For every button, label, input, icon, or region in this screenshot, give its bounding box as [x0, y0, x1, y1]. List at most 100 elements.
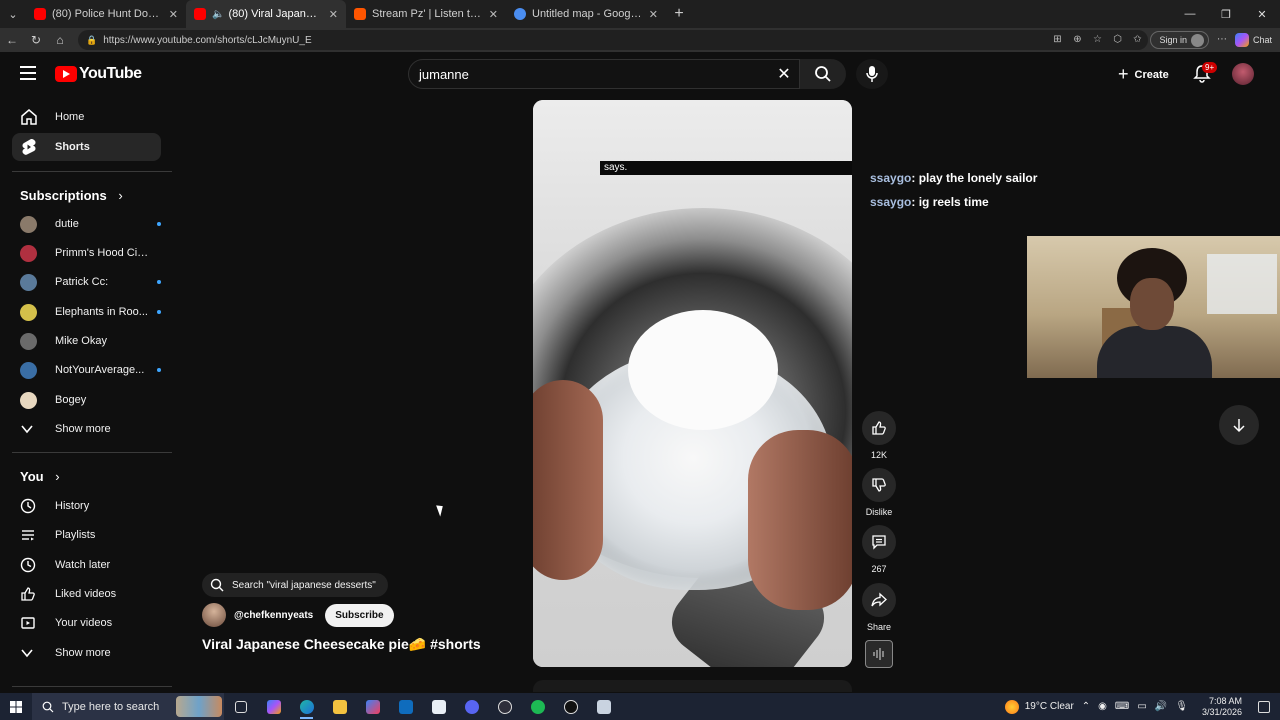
taskbar-notepad[interactable]	[422, 693, 455, 720]
minimize-button[interactable]: —	[1172, 0, 1208, 28]
search-button[interactable]	[800, 59, 846, 89]
back-button[interactable]: ←	[0, 33, 24, 47]
clock[interactable]: 7:08 AM 3/31/2026	[1202, 696, 1242, 718]
task-view-button[interactable]	[224, 693, 257, 720]
sidebar-item-watch-later[interactable]: Watch later	[12, 551, 161, 579]
show-more-subscriptions[interactable]: Show more	[12, 415, 161, 443]
refresh-button[interactable]: ↻	[24, 33, 48, 47]
sidebar-item-history[interactable]: History	[12, 492, 161, 520]
sidebar-item-liked-videos[interactable]: Liked videos	[12, 580, 161, 608]
subscription-item[interactable]: dutie	[20, 212, 161, 236]
taskbar-discord[interactable]	[455, 693, 488, 720]
sign-in-label: Sign in	[1159, 35, 1187, 45]
search-input[interactable]: jumanne ✕	[408, 59, 800, 89]
chevron-down-icon	[21, 425, 33, 434]
network-icon[interactable]: ⌨	[1115, 701, 1129, 712]
taskbar-copilot[interactable]	[257, 693, 290, 720]
sidebar-item-playlists[interactable]: Playlists	[12, 521, 161, 549]
account-avatar[interactable]	[1232, 63, 1254, 85]
address-bar[interactable]: 🔒 https://www.youtube.com/shorts/cLJcMuy…	[78, 30, 1148, 50]
dislike-button[interactable]	[862, 468, 896, 502]
tab-google-earth[interactable]: Untitled map - Google Earth ✕	[506, 0, 666, 28]
subscription-item[interactable]: Elephants in Roo...	[20, 300, 161, 324]
channel-handle[interactable]: @chefkennyeats	[234, 610, 313, 621]
microphone-tray-icon[interactable]: 🎙	[1175, 701, 1188, 712]
sidebar-divider	[12, 452, 172, 453]
copilot-chat-button[interactable]: Chat	[1234, 33, 1272, 47]
meet-now-icon[interactable]: ◉	[1098, 701, 1107, 712]
sidebar-item-your-videos[interactable]: Your videos	[12, 609, 161, 637]
lock-icon[interactable]: 🔒	[86, 35, 97, 46]
volume-icon[interactable]: 🔊	[1155, 701, 1167, 712]
sign-in-button[interactable]: Sign in	[1150, 31, 1209, 49]
comment-icon	[872, 535, 886, 550]
favorite-star-icon[interactable]: ☆	[1090, 33, 1104, 47]
subscription-item[interactable]: Patrick Cc:	[20, 270, 161, 294]
weather-widget[interactable]: 19°C Clear	[1004, 699, 1074, 714]
tab-actions-menu[interactable]: ⌄	[0, 0, 26, 28]
youtube-logo[interactable]: YouTube	[55, 65, 142, 83]
close-icon[interactable]: ✕	[649, 8, 658, 21]
new-tab-button[interactable]: +	[666, 5, 692, 23]
taskbar-spotify[interactable]	[521, 693, 554, 720]
short-title[interactable]: Viral Japanese Cheesecake pie🧀 #shorts	[202, 636, 481, 653]
channel-avatar[interactable]	[202, 603, 226, 627]
next-short-preview[interactable]	[533, 680, 852, 692]
taskbar-file-explorer[interactable]	[323, 693, 356, 720]
thumbs-up-icon	[872, 421, 886, 435]
chat-label: Chat	[1252, 35, 1272, 45]
subscription-item[interactable]: Mike Okay	[20, 329, 161, 353]
close-icon[interactable]: ✕	[329, 8, 338, 21]
taskbar-app-extra[interactable]	[587, 693, 620, 720]
you-heading[interactable]: You ›	[20, 469, 60, 484]
subscription-item[interactable]: Primm's Hood Cine...	[20, 241, 161, 265]
subscription-item[interactable]: NotYourAverage...	[20, 358, 161, 382]
tab-stream-pz[interactable]: Stream Pz' | Listen to music album ✕	[346, 0, 506, 28]
zoom-icon[interactable]: ⊕	[1070, 33, 1084, 47]
short-video-player[interactable]	[533, 100, 852, 667]
channel-name: Primm's Hood Cine...	[55, 247, 149, 259]
comments-button[interactable]	[862, 525, 896, 559]
taskbar-edge[interactable]	[290, 693, 323, 720]
speaker-icon[interactable]: 🔈	[212, 9, 224, 20]
next-short-button[interactable]	[1219, 405, 1259, 445]
sound-remix-button[interactable]	[865, 640, 893, 668]
menu-icon[interactable]	[20, 66, 36, 80]
share-button[interactable]	[862, 583, 896, 617]
voice-search-button[interactable]	[856, 59, 888, 89]
home-button[interactable]: ⌂	[48, 33, 72, 47]
taskbar-store[interactable]	[356, 693, 389, 720]
close-icon[interactable]: ✕	[489, 8, 498, 21]
extensions-icon[interactable]: ⬡	[1110, 33, 1124, 47]
outlook-icon	[398, 699, 413, 714]
search-icon	[210, 578, 224, 592]
taskbar-obs[interactable]	[488, 693, 521, 720]
subscribe-button[interactable]: Subscribe	[325, 603, 394, 627]
tab-viral-cheesecake[interactable]: 🔈 (80) Viral Japanese Cheesecake ✕	[186, 0, 346, 28]
taskbar-outlook[interactable]	[389, 693, 422, 720]
like-button[interactable]	[862, 411, 896, 445]
subscription-item[interactable]: Bogey	[20, 388, 161, 412]
maximize-button[interactable]: ❐	[1208, 0, 1244, 28]
dislike-label: Dislike	[865, 507, 893, 517]
create-button[interactable]: + Create	[1118, 64, 1169, 85]
more-options-icon[interactable]: ⋯	[1215, 33, 1229, 47]
new-content-dot	[157, 368, 161, 372]
app-available-icon[interactable]: ⊞	[1050, 33, 1064, 47]
sidebar-item-home[interactable]: Home	[12, 103, 161, 131]
search-suggestion-chip[interactable]: Search "viral japanese desserts"	[202, 573, 388, 597]
close-icon[interactable]: ✕	[169, 8, 178, 21]
tray-overflow-icon[interactable]: ⌃	[1082, 701, 1090, 712]
favorites-icon[interactable]: ✩	[1130, 33, 1144, 47]
taskbar-chatgpt[interactable]	[554, 693, 587, 720]
show-more-you[interactable]: Show more	[12, 639, 161, 667]
display-icon[interactable]: ▭	[1137, 701, 1146, 712]
clear-search-icon[interactable]: ✕	[773, 64, 795, 86]
close-window-button[interactable]: ✕	[1244, 0, 1280, 28]
subscriptions-heading[interactable]: Subscriptions ›	[20, 188, 123, 203]
sidebar-item-shorts[interactable]: Shorts	[12, 133, 161, 161]
start-button[interactable]	[0, 693, 32, 720]
notifications-icon[interactable]	[1258, 700, 1270, 713]
tab-police-hunt[interactable]: (80) Police Hunt Down Teens After ✕	[26, 0, 186, 28]
taskbar-search-box[interactable]: Type here to search	[32, 693, 224, 720]
